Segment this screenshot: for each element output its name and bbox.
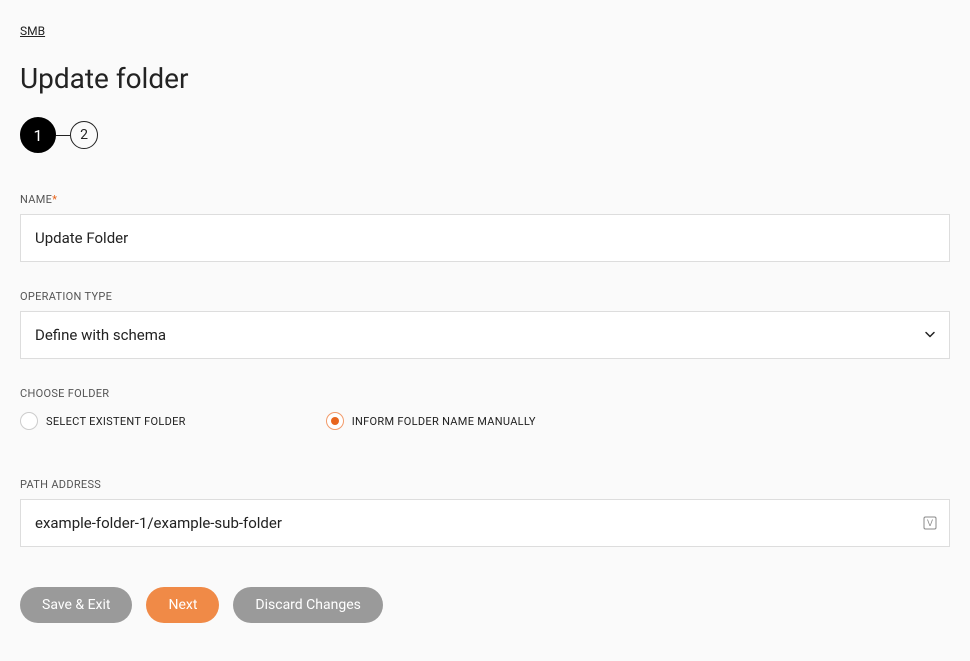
choose-folder-label: CHOOSE FOLDER (20, 387, 950, 400)
radio-select-existent[interactable]: SELECT EXISTENT FOLDER (20, 412, 186, 430)
name-label-text: NAME (20, 193, 52, 206)
radio-label-select-existent: SELECT EXISTENT FOLDER (46, 415, 186, 428)
operation-type-select[interactable]: Define with schema (20, 311, 950, 359)
step-connector (56, 135, 70, 136)
field-operation-type: OPERATION TYPE Define with schema (20, 290, 950, 359)
name-input[interactable] (20, 214, 950, 262)
radio-inform-manually[interactable]: INFORM FOLDER NAME MANUALLY (326, 412, 536, 430)
breadcrumb-smb[interactable]: SMB (20, 24, 45, 38)
field-choose-folder: CHOOSE FOLDER SELECT EXISTENT FOLDER INF… (20, 387, 950, 430)
step-2[interactable]: 2 (70, 121, 98, 149)
step-1[interactable]: 1 (20, 117, 56, 153)
operation-type-label: OPERATION TYPE (20, 290, 950, 303)
required-indicator: * (52, 193, 57, 206)
field-path-address: PATH ADDRESS V (20, 478, 950, 547)
radio-circle-selected (326, 412, 344, 430)
path-address-input[interactable] (20, 499, 950, 547)
page-title: Update folder (20, 62, 950, 95)
name-label: NAME* (20, 193, 950, 206)
save-exit-button[interactable]: Save & Exit (20, 587, 132, 623)
button-row: Save & Exit Next Discard Changes (20, 587, 950, 623)
stepper: 1 2 (20, 117, 950, 153)
next-button[interactable]: Next (146, 587, 219, 623)
discard-button[interactable]: Discard Changes (233, 587, 382, 623)
radio-circle-unselected (20, 412, 38, 430)
svg-text:V: V (927, 518, 933, 528)
path-address-label: PATH ADDRESS (20, 478, 950, 491)
radio-dot (331, 417, 339, 425)
field-name: NAME* (20, 193, 950, 262)
radio-label-inform-manually: INFORM FOLDER NAME MANUALLY (352, 415, 536, 428)
variable-icon[interactable]: V (922, 515, 938, 531)
